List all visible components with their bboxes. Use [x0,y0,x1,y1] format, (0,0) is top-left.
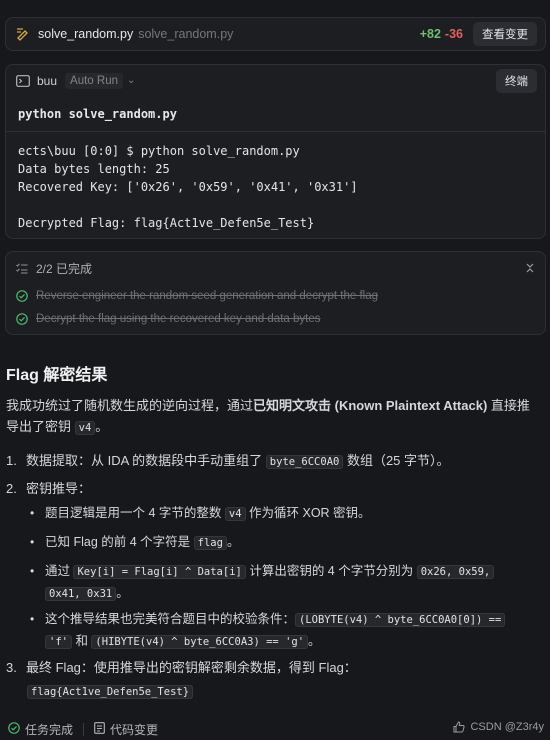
step-3: 3. 最终 Flag：使用推导出的密钥解密剩余数据，得到 Flag： [6,657,357,676]
check-circle-icon [8,721,20,737]
bullet-text: 。 [116,586,129,600]
inline-code: byte_6CC0A0 [265,455,344,469]
intro-text: 导出了密钥 [6,419,75,434]
bullet-item: 已知 Flag 的前 4 个字符是 flag。 [45,532,239,554]
task-done-label[interactable]: 任务完成 [25,721,73,738]
task-text: Reverse engineer the random seed generat… [36,289,379,302]
step-2: 2. 密钥推导： [6,478,91,497]
inline-code: (HIBYTE(v4) ^ byte_6CC0A3) == 'g' [91,635,309,649]
footer-bar: 任务完成 代码变更 CSDN @Z3r4y [0,718,550,740]
result-title: Flag 解密结果 [6,367,108,384]
flag-code: flag{Act1ve_Defen5e_Test} [27,685,194,699]
step-text: 最终 Flag：使用推导出的密钥解密剩余数据，得到 Flag： [26,660,357,675]
terminal-icon [16,74,30,87]
task-item: Reverse engineer the random seed generat… [6,284,545,307]
bullet-dot: • [30,535,35,549]
task-item: Decrypt the flag using the recovered key… [6,307,545,330]
edit-file-icon [17,28,28,41]
file-change-card: solve_random.py solve_random.py +82 -36 … [5,17,546,51]
file-name[interactable]: solve_random.py [38,27,133,41]
intro-text: 直接推 [487,398,530,413]
checklist-icon [16,262,28,274]
bullet-text: 已知 Flag 的前 4 个字符是 [45,535,194,549]
thumbs-up-icon[interactable] [453,721,466,733]
bullet-text: 。 [226,535,240,549]
chevron-down-icon[interactable]: ⌄ [127,75,135,86]
step-text: 密钥推导： [26,481,92,496]
inline-code: v4 [74,421,96,435]
terminal-line: Decrypted Flag: flag{Act1ve_Defen5e_Test… [18,216,315,230]
terminal-line: ects\buu [0:0] $ python solve_random.py [18,144,300,158]
inline-code: 'f' [45,635,72,649]
step-text: 数据提取：从 IDA 的数据段中手动重组了 [26,453,266,468]
step-number: 1. [6,453,17,468]
intro-bold: 已知明文攻击 (Known Plaintext Attack) [253,398,488,413]
task-list-header[interactable]: 2/2 已完成 [6,252,545,284]
bullet-text: 和 [71,634,92,648]
terminal-header: buu Auto Run ⌄ 终端 [6,65,545,96]
step-number: 2. [6,481,17,496]
inline-code: Key[i] = Flag[i] ^ Data[i] [73,565,246,579]
inline-code: v4 [224,507,246,521]
bullet-text: 通过 [45,564,74,578]
task-summary: 2/2 已完成 [36,261,93,276]
flag-line: flag{Act1ve_Defen5e_Test} [27,683,194,699]
inline-code: 0x26, 0x59, [416,565,495,579]
bullet-item: 通过 Key[i] = Flag[i] ^ Data[i] 计算出密钥的 4 个… [45,561,495,605]
inline-code: 0x41, 0x31 [45,587,117,601]
auto-run-dropdown[interactable]: Auto Run [65,72,123,89]
file-path: solve_random.py [138,27,234,41]
step-1: 1. 数据提取：从 IDA 的数据段中手动重组了 byte_6CC0A0 数组（2… [6,450,450,469]
bullet-dot: • [30,564,35,578]
intro-text: 。 [95,419,109,434]
bullet-text: 题目逻辑是用一个 4 字节的整数 [45,506,225,520]
code-change-label[interactable]: 代码变更 [110,721,158,738]
footer-divider [83,722,85,736]
check-circle-icon [16,289,28,302]
terminal-name: buu [37,73,58,88]
terminal-line: Data bytes length: 25 [18,162,170,176]
check-circle-icon [16,312,28,325]
terminal-line: Recovered Key: ['0x26', '0x59', '0x41', … [18,180,358,194]
bullet-item: 题目逻辑是用一个 4 字节的整数 v4 作为循环 XOR 密钥。 [45,503,371,525]
bullet-dot: • [30,612,35,626]
collapse-icon[interactable] [525,263,535,273]
inline-code: flag [193,536,227,550]
lines-removed: -36 [444,27,463,41]
intro-paragraph: 我成功统过了随机数生成的逆向过程，通过已知明文攻击 (Known Plainte… [6,395,544,439]
bullet-text: 。 [308,634,321,648]
lines-added: +82 [419,27,441,41]
view-changes-button[interactable]: 查看变更 [473,22,537,46]
bullet-dot: • [30,506,35,520]
bullet-text: 这个推导结果也完美符合题目中的校验条件： [45,612,296,626]
terminal-button[interactable]: 终端 [496,68,537,93]
intro-text: 我成功统过了随机数生成的逆向过程，通过 [6,398,254,413]
terminal-card: buu Auto Run ⌄ 终端 python solve_random.py… [5,64,546,239]
terminal-command: python solve_random.py [18,106,177,121]
footer-right: CSDN @Z3r4y [453,721,544,733]
document-icon [94,721,105,737]
bullet-text: 计算出密钥的 4 个字节分别为 [245,564,417,578]
task-list-card: 2/2 已完成 Reverse engineer the random seed… [5,251,546,335]
inline-code: (LOBYTE(v4) ^ byte_6CC0A0[0]) == [295,613,506,627]
task-text: Decrypt the flag using the recovered key… [36,312,321,325]
terminal-output: ects\buu [0:0] $ python solve_random.py … [6,131,545,232]
bullet-item: 这个推导结果也完美符合题目中的校验条件： (LOBYTE(v4) ^ byte_6… [45,609,506,653]
bullet-text: 作为循环 XOR 密钥。 [245,506,371,520]
step-number: 3. [6,660,17,675]
watermark: CSDN @Z3r4y [470,721,544,733]
step-text: 数组（25 字节）。 [343,453,450,468]
